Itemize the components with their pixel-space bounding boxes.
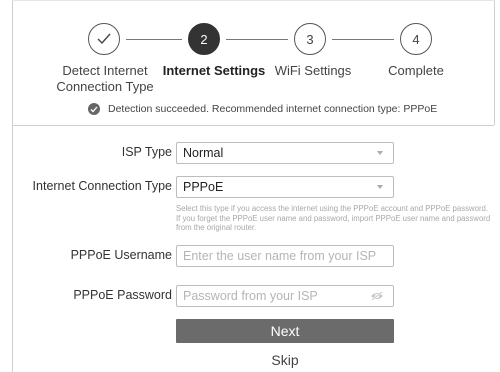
connection-type-help: Select this type if you access the inter… [176, 204, 491, 233]
connection-type-select[interactable]: PPPoE [176, 176, 394, 198]
username-placeholder: Enter the user name from your ISP [183, 249, 377, 263]
connection-type-label: Internet Connection Type [32, 179, 172, 193]
detection-message: Detection succeeded. Recommended interne… [108, 103, 438, 115]
step-connector-1 [126, 39, 182, 40]
step-4-circle: 4 [400, 23, 432, 55]
isp-type-label: ISP Type [121, 145, 172, 159]
check-circle-icon [88, 103, 100, 115]
step-connector-2 [226, 39, 288, 40]
username-input[interactable]: Enter the user name from your ISP [176, 245, 394, 267]
next-button[interactable]: Next [176, 319, 394, 343]
step-1-circle [88, 23, 120, 55]
eye-hidden-icon[interactable] [370, 291, 384, 301]
chevron-down-icon [377, 151, 383, 155]
step-3-circle: 3 [294, 23, 326, 55]
step-3-label: WiFi Settings [274, 63, 352, 78]
section-divider [12, 125, 494, 126]
detection-notice: Detection succeeded. Recommended interne… [88, 103, 437, 115]
password-placeholder: Password from your ISP [183, 289, 318, 303]
panel-right-border [494, 0, 495, 125]
username-label: PPPoE Username [70, 248, 172, 262]
isp-type-value: Normal [183, 146, 224, 160]
connection-type-value: PPPoE [183, 180, 224, 194]
isp-type-select[interactable]: Normal [176, 142, 394, 164]
step-4-label: Complete [388, 63, 444, 78]
chevron-down-icon [377, 185, 383, 189]
password-input[interactable]: Password from your ISP [176, 285, 394, 307]
step-1-label: Detect Internet Connection Type [56, 63, 154, 94]
step-2-circle: 2 [188, 23, 220, 55]
password-label: PPPoE Password [73, 288, 172, 302]
panel-left-border [12, 0, 13, 372]
skip-link[interactable]: Skip [176, 352, 394, 368]
step-2-label: Internet Settings [162, 63, 266, 78]
step-connector-3 [332, 39, 394, 40]
panel-top-border [12, 0, 495, 1]
checkmark-icon [97, 33, 111, 45]
